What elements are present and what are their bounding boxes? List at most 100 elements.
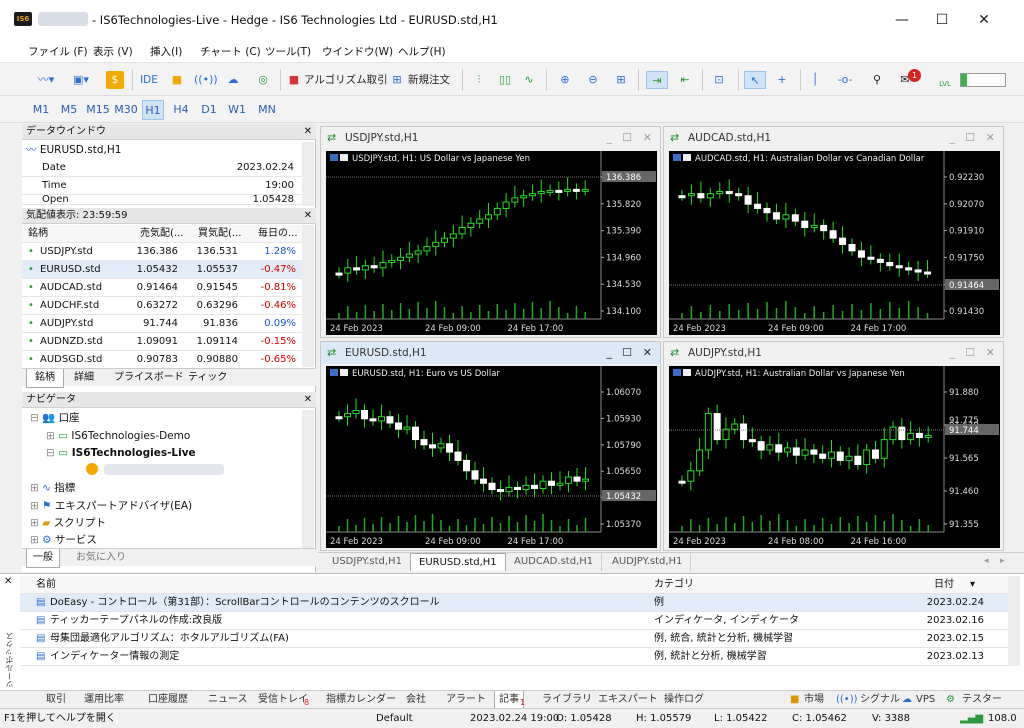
tf-mn[interactable]: MN bbox=[254, 100, 280, 120]
nav-services[interactable]: ⊞ ⚙ サービス bbox=[30, 532, 97, 548]
screenshot-icon[interactable]: ⊡ bbox=[708, 71, 730, 89]
maximize-button[interactable]: ☐ bbox=[934, 12, 950, 28]
zoom-out-icon[interactable]: ⊖ bbox=[584, 71, 602, 89]
menu-tools[interactable]: ツール(T) bbox=[265, 44, 311, 59]
menu-window[interactable]: ウインドウ(W) bbox=[322, 44, 393, 59]
minimize-icon[interactable]: _ bbox=[607, 342, 613, 364]
vertical-line-icon[interactable]: │ bbox=[806, 71, 824, 89]
col-header[interactable]: 買気配(... bbox=[198, 225, 241, 243]
col-header[interactable]: 毎日の... bbox=[258, 225, 298, 243]
col-header[interactable]: 日付 bbox=[934, 576, 954, 594]
bar-chart-icon[interactable]: ⫶ bbox=[470, 71, 488, 89]
tf-h4[interactable]: H4 bbox=[170, 100, 192, 120]
col-header[interactable]: カテゴリ bbox=[654, 576, 694, 594]
menu-help[interactable]: ヘルプ(H) bbox=[398, 44, 446, 59]
navigator-scrollbar[interactable] bbox=[302, 410, 314, 548]
algo-trading-button[interactable]: アルゴリズム取引 bbox=[304, 71, 388, 89]
close-icon[interactable]: ✕ bbox=[4, 576, 12, 587]
community-icon[interactable]: ◎ bbox=[252, 71, 274, 89]
close-icon[interactable]: ✕ bbox=[304, 208, 312, 224]
market-button[interactable]: 市場 bbox=[804, 691, 824, 709]
chart-window-audjpy[interactable]: ⇄AUDJPY.std,H1_☐✕ 91.88091.67091.56591.4… bbox=[663, 341, 1004, 551]
tab-mailbox[interactable]: 受信トレイ bbox=[258, 691, 308, 709]
market-watch-row[interactable]: • AUDCAD.std 0.91464 0.91545 -0.81% bbox=[22, 279, 314, 297]
chart-tab[interactable]: AUDJPY.std,H1 bbox=[604, 553, 692, 571]
tab-trade[interactable]: 取引 bbox=[46, 691, 66, 709]
chart-canvas[interactable]: 91.88091.67091.56591.46091.35524 Feb 202… bbox=[669, 366, 1000, 548]
close-icon[interactable]: ✕ bbox=[643, 342, 652, 364]
chart-tab[interactable]: USDJPY.std,H1 bbox=[324, 553, 411, 571]
nav-account-live[interactable]: ⊟ ▭ IS6Technologies-Live bbox=[46, 445, 196, 461]
tab-scroll-left-icon[interactable]: ◂ bbox=[984, 556, 989, 566]
market-watch-row[interactable]: • AUDJPY.std 91.744 91.836 0.09% bbox=[22, 315, 314, 333]
col-header[interactable]: 売気配(... bbox=[140, 225, 183, 243]
market-watch-row[interactable]: • USDJPY.std 136.386 136.531 1.28% bbox=[22, 243, 314, 261]
level-icon[interactable]: LVL bbox=[934, 71, 956, 89]
ide-button[interactable]: IDE bbox=[138, 71, 160, 89]
tab-company[interactable]: 会社 bbox=[406, 691, 426, 709]
tab-history[interactable]: 口座履歴 bbox=[148, 691, 188, 709]
tab-news[interactable]: ニュース bbox=[208, 691, 248, 709]
menu-insert[interactable]: 挿入(I) bbox=[150, 44, 182, 59]
chart-type-icon[interactable]: 〰▾ bbox=[30, 71, 62, 89]
zoom-in-icon[interactable]: ⊕ bbox=[556, 71, 574, 89]
tab-scroll-right-icon[interactable]: ▸ bbox=[1000, 556, 1005, 566]
nav-accounts[interactable]: ⊟ 👥 口座 bbox=[30, 410, 80, 426]
tf-d1[interactable]: D1 bbox=[198, 100, 220, 120]
tf-m30[interactable]: M30 bbox=[112, 100, 140, 120]
market-watch-scrollbar[interactable] bbox=[302, 225, 314, 367]
market-watch-row[interactable]: • AUDCHF.std 0.63272 0.63296 -0.46% bbox=[22, 297, 314, 315]
new-order-button[interactable]: 新規注文 bbox=[408, 71, 450, 89]
market-watch-row[interactable]: • AUDSGD.std 0.90783 0.90880 -0.65% bbox=[22, 351, 314, 369]
market-watch-row[interactable]: • AUDNZD.std 1.09091 1.09114 -0.15% bbox=[22, 333, 314, 351]
article-row[interactable]: ▤ 母集団最適化アルゴリズム：ホタルアルゴリズム(FA) 例, 統合, 統計と分… bbox=[20, 630, 1020, 648]
signal-icon[interactable]: ((•)) bbox=[194, 71, 218, 89]
data-window-scrollbar[interactable] bbox=[302, 142, 314, 206]
search-icon[interactable]: ⚲ bbox=[868, 71, 886, 89]
tab-details[interactable]: 詳細 bbox=[74, 369, 94, 387]
nav-account-demo[interactable]: ⊞ ▭ IS6Technologies-Demo bbox=[46, 428, 190, 444]
tab-symbols[interactable]: 銘柄 bbox=[26, 369, 64, 388]
close-icon[interactable]: ✕ bbox=[643, 127, 652, 149]
minimize-icon[interactable]: _ bbox=[950, 127, 956, 149]
col-header[interactable]: 銘柄 bbox=[28, 225, 48, 243]
tf-w1[interactable]: W1 bbox=[226, 100, 248, 120]
article-row[interactable]: ▤ インディケーター情報の測定 例, 統計と分析, 機械学習 2023.02.1… bbox=[20, 648, 1020, 666]
autoscroll-icon[interactable]: ⇥ bbox=[646, 71, 668, 89]
minimize-icon[interactable]: _ bbox=[607, 127, 613, 149]
tf-m1[interactable]: M1 bbox=[30, 100, 52, 120]
nav-scripts[interactable]: ⊞ ▰ スクリプト bbox=[30, 515, 106, 531]
cursor-icon[interactable]: ↖ bbox=[744, 71, 766, 89]
status-profile[interactable]: Default bbox=[376, 709, 413, 728]
candle-chart-icon[interactable]: ▯▯ bbox=[496, 71, 514, 89]
tf-h1[interactable]: H1 bbox=[142, 100, 164, 120]
minimize-icon[interactable]: _ bbox=[950, 342, 956, 364]
algo-trading-icon[interactable]: ■ bbox=[288, 71, 300, 89]
chart-canvas[interactable]: 136.250135.820135.390134.960134.530134.1… bbox=[326, 151, 657, 335]
market-icon[interactable]: $ bbox=[106, 71, 124, 89]
vps-button[interactable]: VPS bbox=[916, 691, 935, 709]
maximize-icon[interactable]: ☐ bbox=[622, 342, 632, 364]
chart-canvas[interactable]: 1.060701.059301.057901.056501.055101.053… bbox=[326, 366, 657, 548]
menu-view[interactable]: 表示 (V) bbox=[93, 44, 133, 59]
close-button[interactable]: ✕ bbox=[976, 12, 992, 28]
tester-button[interactable]: テスター bbox=[962, 691, 1002, 709]
chart-window-eurusd[interactable]: ⇄ EURUSD.std,H1 _ ☐ ✕ 1.06070 1.05930 1.05790 1… bbox=[320, 341, 661, 551]
chart-tab[interactable]: AUDCAD.std,H1 bbox=[506, 553, 603, 571]
bag-icon[interactable]: ■ bbox=[168, 71, 186, 89]
tf-m5[interactable]: M5 bbox=[56, 100, 82, 120]
chart-window-usdjpy[interactable]: ⇄USDJPY.std,H1_☐✕ 136.250135.820135.3901… bbox=[320, 126, 661, 338]
tab-ticks[interactable]: ティック bbox=[188, 369, 227, 387]
new-order-icon[interactable]: ⊞ bbox=[390, 71, 404, 89]
template-icon[interactable]: ▣▾ bbox=[66, 71, 96, 89]
minimize-button[interactable]: — bbox=[894, 12, 910, 28]
tab-alerts[interactable]: アラート bbox=[446, 691, 486, 709]
vps-icon[interactable]: ☁ bbox=[222, 71, 244, 89]
tab-priceboard[interactable]: プライスボード bbox=[114, 369, 184, 387]
col-header[interactable]: 名前 bbox=[36, 576, 56, 594]
maximize-icon[interactable]: ☐ bbox=[622, 127, 632, 149]
tf-m15[interactable]: M15 bbox=[84, 100, 112, 120]
menu-chart[interactable]: チャート (C) bbox=[200, 44, 261, 59]
nav-indicators[interactable]: ⊞ ∿ 指標 bbox=[30, 480, 75, 496]
close-icon[interactable]: ✕ bbox=[304, 124, 312, 140]
